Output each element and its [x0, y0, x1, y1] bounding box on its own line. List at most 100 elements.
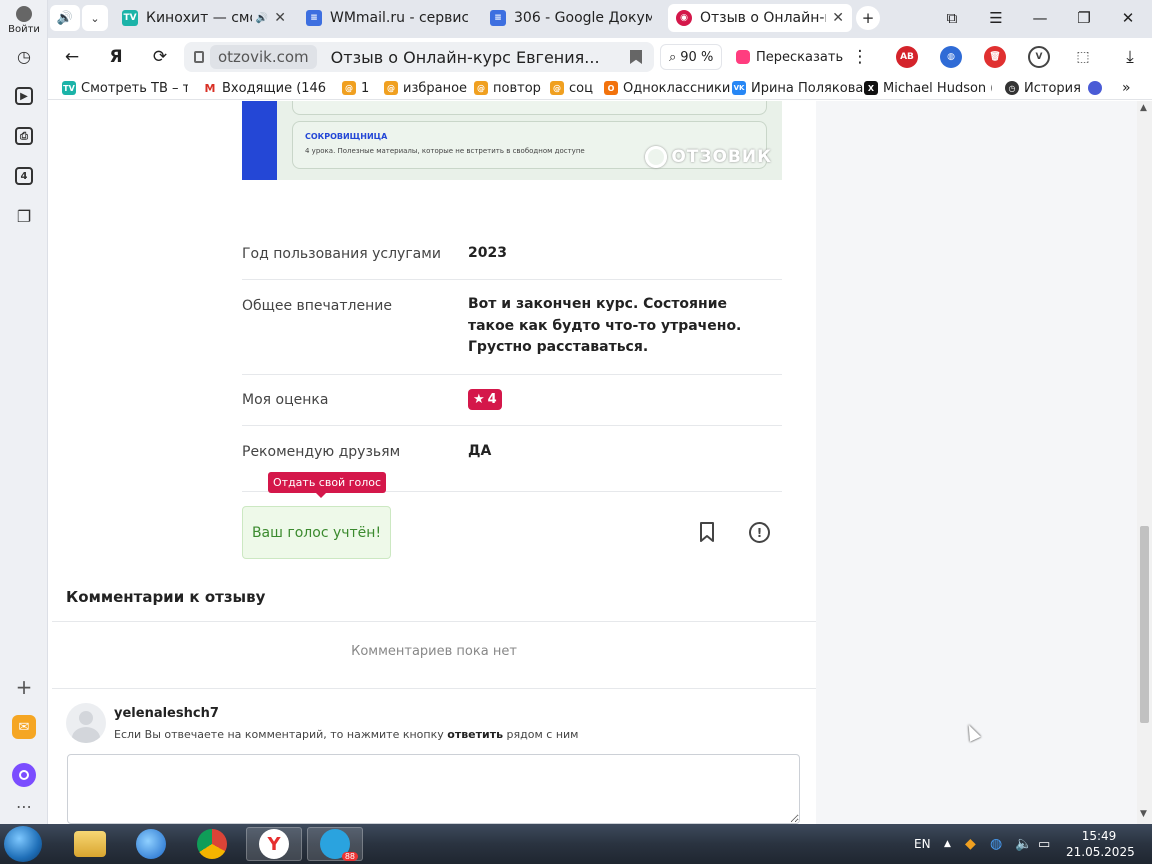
bookmark-smotret-tv[interactable]: TV Смотреть ТВ – те — [62, 79, 188, 97]
taskbar-yandex[interactable]: Y — [246, 827, 302, 861]
lock-icon[interactable] — [194, 51, 204, 63]
tab-kinohit[interactable]: TV Кинохит — смотр 🔊 ✕ — [114, 4, 294, 32]
comment-input[interactable] — [67, 754, 800, 824]
tv-favicon-icon: TV — [122, 10, 138, 26]
ok-icon: О — [604, 81, 618, 95]
taskbar-ie[interactable] — [123, 827, 179, 861]
collections-button[interactable]: ⧉ — [938, 6, 966, 30]
minimize-button[interactable]: — — [1026, 6, 1054, 30]
bookmark-povtor[interactable]: @ повтор — [474, 79, 541, 97]
page-content: СОКРОВИЩНИЦА 4 урока. Полезные материалы… — [48, 101, 1137, 824]
add-panel-icon[interactable]: + — [8, 671, 40, 703]
page-scrollbar[interactable]: ▲ ▼ — [1137, 101, 1152, 824]
bookmark-extra[interactable] — [1088, 79, 1107, 97]
start-button[interactable] — [4, 826, 42, 862]
more-icon[interactable]: ⋯ — [8, 790, 40, 822]
save-review-button[interactable] — [696, 521, 718, 543]
action-center-icon[interactable]: ▭ — [1038, 824, 1050, 864]
url-page-title[interactable]: Отзыв о Онлайн-курс Евгения... — [331, 48, 630, 67]
review-image[interactable]: СОКРОВИЩНИЦА 4 урока. Полезные материалы… — [242, 101, 782, 180]
bookmark-label: Смотреть ТВ – те — [81, 80, 188, 96]
zoom-button[interactable]: ⌕ 90 % — [660, 44, 723, 70]
more-options-button[interactable]: ⋮ — [846, 44, 874, 70]
mail-icon[interactable]: ✉ — [8, 711, 40, 743]
trash-ext-icon[interactable]: 🗑 — [984, 46, 1006, 68]
tray-app-icon[interactable]: ◆ — [965, 824, 976, 864]
tab-google-doc[interactable]: ≡ 306 - Google Документ — [482, 4, 660, 32]
restore-button[interactable]: ❐ — [1070, 6, 1098, 30]
clock-time: 15:49 — [1081, 829, 1117, 843]
video-icon[interactable]: ▶ — [8, 80, 40, 112]
adblock-ext-icon[interactable]: AB — [896, 46, 918, 68]
screenshot-icon[interactable]: ⎙ — [8, 120, 40, 152]
screenshot-icon-glyph: ⎙ — [15, 127, 33, 145]
hint-bold: ответить — [447, 728, 504, 741]
bookmark-izbranoe[interactable]: @ избраное — [384, 79, 467, 97]
bookmark-label: История — [1024, 80, 1081, 96]
review-row-impression: Общее впечатление Вот и закончен курс. С… — [242, 296, 782, 375]
bookmark-gmail[interactable]: M Входящие (146) - — [203, 79, 327, 97]
bookmark-icon[interactable] — [630, 50, 642, 64]
report-button[interactable]: ! — [749, 522, 770, 543]
yandex-button[interactable]: Я — [102, 44, 130, 70]
tab-close-icon[interactable]: ✕ — [832, 10, 844, 26]
translate-ext-icon[interactable]: ◍ — [940, 46, 962, 68]
row-key: Год пользования услугами — [242, 246, 441, 262]
vk-icon: VK — [732, 81, 746, 95]
vivaldi-ext-icon[interactable]: V — [1028, 46, 1050, 68]
telegram-icon: 88 — [320, 829, 358, 861]
bookmark-irina[interactable]: VK Ирина Полякова — [732, 79, 863, 97]
tab-title: WMmail.ru - сервис по — [330, 10, 468, 26]
menu-button[interactable]: ☰ — [982, 6, 1010, 30]
volume-icon[interactable]: 🔈 — [1015, 824, 1032, 864]
bookmark-history[interactable]: ◷ История — [1005, 79, 1081, 97]
sound-icon[interactable]: 🔊 — [50, 5, 80, 31]
scrollbar-thumb[interactable] — [1140, 526, 1149, 723]
language-indicator[interactable]: EN — [914, 824, 931, 864]
bookmark-odnoklassniki[interactable]: О Одноклассники — [604, 79, 730, 97]
tab-otzovik[interactable]: ◉ Отзыв о Онлайн-кур ✕ — [668, 4, 852, 32]
address-bar-row: ← Я ⟳ otzovik.com Отзыв о Онлайн-курс Ев… — [48, 38, 1152, 76]
divider — [52, 688, 816, 689]
download-button[interactable]: ⤓ — [1116, 44, 1144, 70]
taskbar-telegram[interactable]: 88 — [307, 827, 363, 861]
bookmark-1[interactable]: @1 — [342, 79, 369, 97]
tray-expand-icon[interactable]: ▲ — [944, 824, 951, 864]
puzzle-ext-icon[interactable]: ⬚ — [1072, 46, 1094, 68]
bookmarks-more-icon[interactable]: » — [1122, 79, 1131, 97]
tray-network-icon[interactable]: ◍ — [990, 824, 1002, 864]
tab-close-icon[interactable]: ✕ — [274, 10, 286, 26]
banner-card — [292, 101, 767, 115]
alice-icon[interactable] — [8, 759, 40, 791]
mail-folder-icon: @ — [474, 81, 488, 95]
reload-button[interactable]: ⟳ — [146, 44, 174, 70]
bookmark-soc[interactable]: @ соц — [550, 79, 593, 97]
address-bar[interactable]: otzovik.com Отзыв о Онлайн-курс Евгения.… — [184, 42, 654, 72]
hint-text: Если Вы отвечаете на комментарий, то наж… — [114, 728, 444, 741]
new-tab-button[interactable]: + — [856, 6, 880, 30]
back-button[interactable]: ← — [58, 44, 86, 70]
bookmark-label: Одноклассники — [623, 80, 731, 96]
history-icon[interactable]: ◷ — [8, 40, 40, 72]
taskbar-chrome[interactable] — [184, 827, 240, 861]
tab-title: Кинохит — смотр — [146, 10, 252, 26]
zoom-icon: ⌕ — [669, 49, 677, 65]
scroll-up-icon[interactable]: ▲ — [1140, 103, 1147, 113]
avatar-head — [79, 711, 93, 725]
close-window-button[interactable]: ✕ — [1114, 6, 1142, 30]
collections-icon[interactable]: ❐ — [8, 200, 40, 232]
login-button[interactable]: Войти — [8, 2, 40, 38]
bookmark-michael[interactable]: X Michael Hudson ( — [864, 79, 992, 97]
tab-wmmail[interactable]: ≡ WMmail.ru - сервис по — [298, 4, 476, 32]
scroll-down-icon[interactable]: ▼ — [1140, 809, 1147, 819]
system-clock[interactable]: 15:49 21.05.2025 — [1066, 828, 1135, 860]
row-key: Моя оценка — [242, 392, 329, 408]
url-domain[interactable]: otzovik.com — [210, 45, 317, 69]
tabs-dropdown-icon[interactable]: ⌄ — [82, 5, 108, 31]
retell-button[interactable]: Пересказать — [728, 44, 851, 70]
comment-username[interactable]: yelenaleshch7 — [114, 706, 219, 721]
tab-audio-icon[interactable]: 🔊 — [256, 13, 268, 24]
four-badge-icon[interactable]: 4 — [8, 160, 40, 192]
taskbar-explorer[interactable] — [62, 827, 118, 861]
tv-icon: TV — [62, 81, 76, 95]
